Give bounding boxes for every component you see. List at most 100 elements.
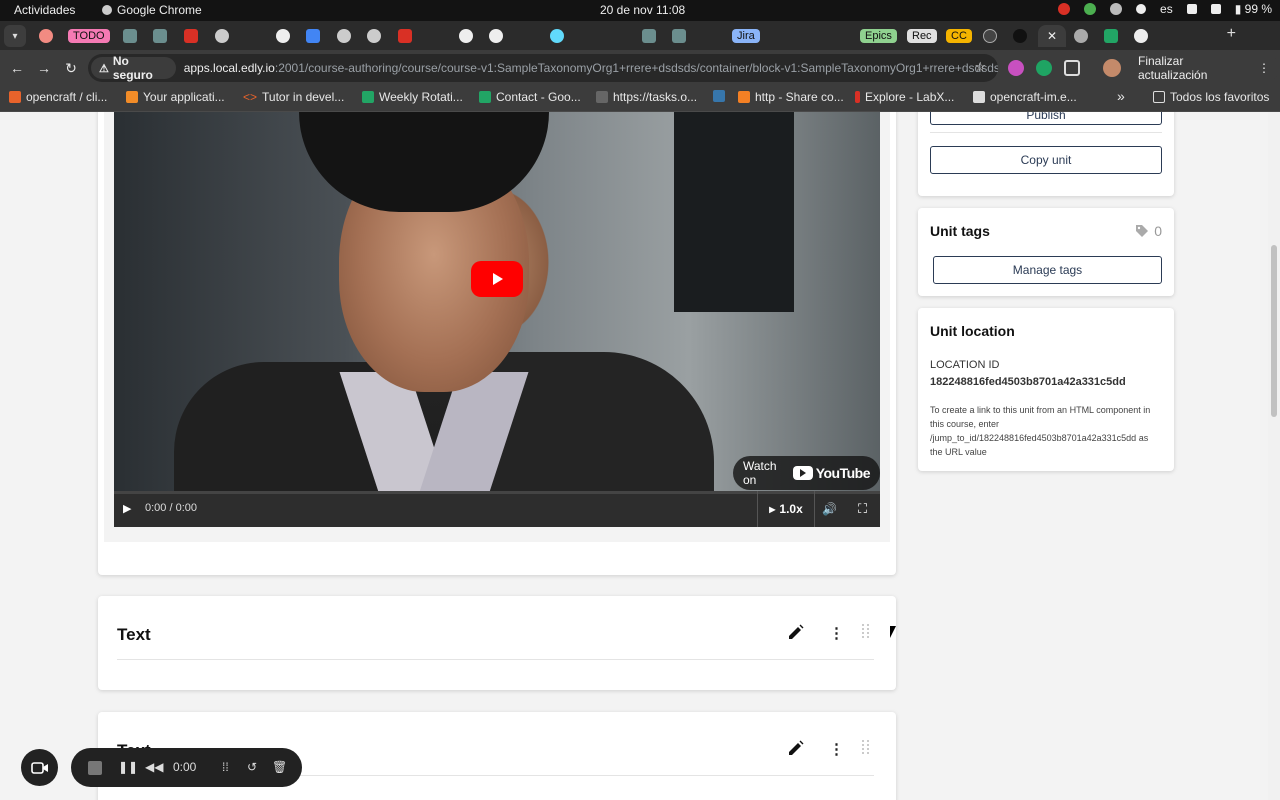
bookmark-item[interactable]: https://tasks.o...: [596, 90, 697, 104]
tab-12[interactable]: [549, 25, 565, 47]
scrollbar-thumb[interactable]: [1271, 245, 1277, 417]
tab-todo[interactable]: TODO: [68, 25, 110, 47]
fullscreen-icon[interactable]: ⛶: [858, 501, 867, 517]
play-icon: [493, 273, 503, 285]
edit-pencil-icon[interactable]: [787, 739, 805, 757]
tab-cc[interactable]: CC: [946, 25, 972, 47]
watch-on-youtube-button[interactable]: Watch on YouTube: [733, 456, 880, 490]
tab-10[interactable]: [458, 25, 474, 47]
all-bookmarks-folder[interactable]: Todos los favoritos: [1153, 90, 1269, 104]
tab-rec[interactable]: Rec: [907, 25, 937, 47]
bookmark-item[interactable]: opencraft / cli...: [9, 90, 107, 104]
bookmark-item[interactable]: <> Tutor in devel...: [243, 90, 344, 104]
more-options-icon[interactable]: ⋮: [829, 624, 844, 642]
bookmark-item[interactable]: opencraft-im.e...: [973, 90, 1077, 104]
tab-6[interactable]: [305, 25, 321, 47]
manage-tags-button[interactable]: Manage tags: [933, 256, 1162, 284]
new-tab-icon[interactable]: +: [1227, 25, 1236, 43]
globe-icon: [1074, 29, 1088, 43]
forward-arrow-icon[interactable]: →: [34, 58, 54, 78]
clock[interactable]: 20 de nov 11:08: [600, 3, 685, 17]
pause-icon[interactable]: ❚❚: [118, 760, 138, 774]
extensions-puzzle-icon[interactable]: [1064, 60, 1080, 76]
stackoverflow-icon: [738, 91, 750, 103]
react-icon: [550, 29, 564, 43]
more-options-icon[interactable]: ⋮: [829, 740, 844, 758]
tab-18[interactable]: [1103, 25, 1119, 47]
tab-recorder[interactable]: [38, 25, 54, 47]
app-menu[interactable]: Google Chrome: [102, 3, 202, 17]
grid-drag-icon[interactable]: ⁞⁞: [222, 760, 229, 774]
video-background-window: [674, 112, 794, 312]
tab-group-todo: TODO: [68, 29, 110, 43]
gmail-indicator-icon: [1058, 3, 1071, 15]
caret-right-icon: ▶: [769, 504, 776, 514]
tab-4[interactable]: [214, 25, 230, 47]
playback-speed-button[interactable]: ▶ 1.0x: [757, 491, 815, 527]
tab-15[interactable]: [982, 25, 998, 47]
security-chip[interactable]: ⚠ No seguro: [91, 54, 176, 82]
tab-group-cc: CC: [946, 29, 972, 43]
video-player[interactable]: Watch on YouTube: [114, 112, 880, 491]
tab-5[interactable]: [275, 25, 291, 47]
profile-avatar[interactable]: [1103, 59, 1121, 77]
restart-icon[interactable]: ↺: [247, 760, 257, 774]
copy-unit-button[interactable]: Copy unit: [930, 146, 1162, 174]
tab-17[interactable]: [1073, 25, 1089, 47]
bookmark-item[interactable]: Contact - Goo...: [479, 90, 581, 104]
volume-icon[interactable]: 🔊: [822, 502, 837, 516]
kebab-menu-icon[interactable]: ⋮: [1258, 61, 1270, 75]
bookmark-star-icon[interactable]: ☆: [974, 59, 986, 75]
tab-epics[interactable]: Epics: [860, 25, 897, 47]
address-bar[interactable]: ⚠ No seguro apps.local.edly.io:2001/cour…: [88, 54, 998, 82]
tab-2[interactable]: [152, 25, 168, 47]
tab-9[interactable]: [397, 25, 413, 47]
tab-jira[interactable]: Jira: [732, 25, 760, 47]
extension-icon[interactable]: [1008, 60, 1024, 76]
github-icon: [489, 29, 503, 43]
tag-icon: [1136, 225, 1149, 237]
tab-19[interactable]: [1133, 25, 1149, 47]
tab-1[interactable]: [122, 25, 138, 47]
tab-active[interactable]: ✕: [1038, 25, 1066, 47]
drag-handle-icon[interactable]: [861, 738, 871, 756]
activities-button[interactable]: Actividades: [14, 3, 75, 17]
tab-3[interactable]: [183, 25, 199, 47]
tab-14[interactable]: [671, 25, 687, 47]
rewind-icon[interactable]: ◀◀: [145, 760, 163, 774]
location-id-value[interactable]: 182248816fed4503b8701a42a331c5dd: [930, 376, 1126, 388]
system-tray[interactable]: es ▮ 99 %: [1058, 2, 1272, 16]
back-arrow-icon[interactable]: ←: [7, 58, 27, 78]
tab-11[interactable]: [488, 25, 504, 47]
tab-group-epics: Epics: [860, 29, 897, 43]
tab-search-icon[interactable]: ▾: [4, 25, 26, 47]
language-indicator: es: [1160, 2, 1173, 16]
stop-icon[interactable]: [88, 761, 102, 775]
reload-icon[interactable]: ↻: [61, 58, 81, 78]
tab-13[interactable]: [641, 25, 657, 47]
bookmark-item[interactable]: Weekly Rotati...: [362, 90, 463, 104]
grammarly-icon[interactable]: [1036, 60, 1052, 76]
play-icon[interactable]: ▶: [123, 502, 131, 515]
browser-toolbar: ← → ↻ ⚠ No seguro apps.local.edly.io:200…: [0, 50, 1280, 86]
bookmark-item[interactable]: http - Share co...: [738, 90, 844, 104]
edit-pencil-icon[interactable]: [787, 623, 805, 641]
bookmark-item[interactable]: Your applicati...: [126, 90, 225, 104]
page-scrollbar[interactable]: [1268, 112, 1280, 800]
bookmark-item[interactable]: [713, 90, 725, 102]
unit-location-card: Unit location LOCATION ID 182248816fed45…: [918, 308, 1174, 471]
tab-7[interactable]: [336, 25, 352, 47]
tab-8[interactable]: [366, 25, 382, 47]
drag-handle-icon[interactable]: [861, 622, 871, 640]
tab-strip: ▾ TODO Jira Epics Rec CC ✕ +: [0, 21, 1280, 50]
publish-button[interactable]: Publish: [930, 112, 1162, 125]
update-button[interactable]: Finalizar actualización ⋮: [1128, 54, 1280, 82]
youtube-play-button[interactable]: [471, 261, 523, 297]
trash-icon[interactable]: 🗑: [272, 760, 287, 774]
bookmark-item[interactable]: Explore - LabX...: [855, 90, 954, 104]
camera-toggle-button[interactable]: [21, 749, 58, 786]
tab-16[interactable]: [1012, 25, 1028, 47]
bookmarks-overflow-button[interactable]: »: [1117, 88, 1125, 104]
bookmark-label: Weekly Rotati...: [379, 90, 463, 104]
close-tab-icon[interactable]: ✕: [1047, 29, 1057, 43]
